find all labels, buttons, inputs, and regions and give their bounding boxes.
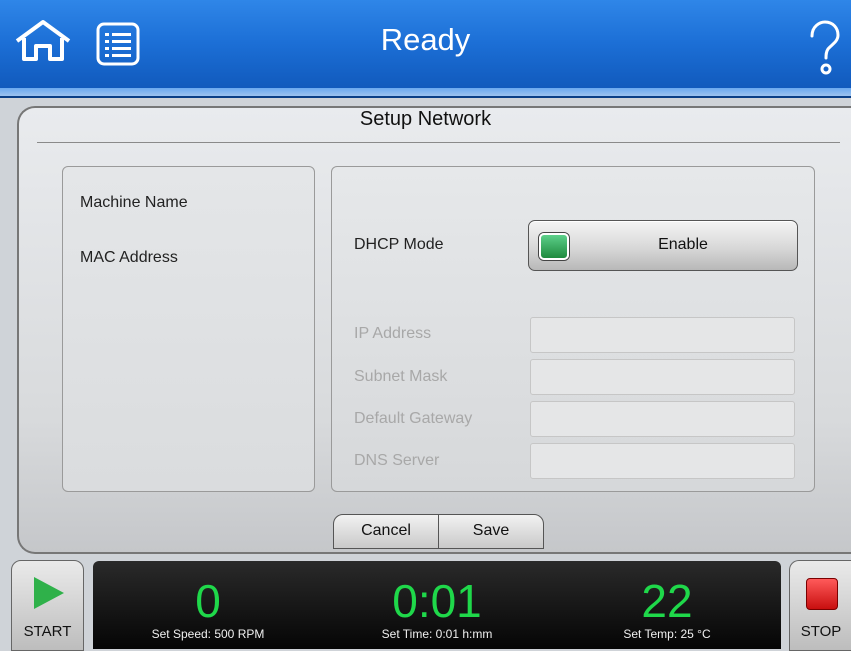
dhcp-mode-label: DHCP Mode xyxy=(354,236,444,253)
set-time-text: Set Time: 0:01 h:mm xyxy=(381,627,493,641)
subnet-mask-field[interactable] xyxy=(530,359,795,395)
dns-server-field[interactable] xyxy=(530,443,795,479)
speed-readout: 0 xyxy=(195,575,221,627)
dhcp-button-label: Enable xyxy=(658,236,708,253)
panel-title: Setup Network xyxy=(359,108,492,130)
subnet-mask-label: Subnet Mask xyxy=(354,368,448,385)
dhcp-enable-button[interactable]: Enable xyxy=(528,220,798,271)
led-indicator-icon xyxy=(539,233,569,260)
stop-button[interactable]: STOP xyxy=(789,560,851,651)
machine-name-label: Machine Name xyxy=(80,194,188,211)
dns-server-label: DNS Server xyxy=(354,452,440,469)
ip-address-field[interactable] xyxy=(530,317,795,353)
ip-address-label: IP Address xyxy=(354,325,432,342)
stop-icon xyxy=(806,578,838,610)
save-button[interactable]: Save xyxy=(438,514,544,549)
set-temp-text: Set Temp: 25 °C xyxy=(623,627,711,641)
help-button[interactable] xyxy=(806,20,842,76)
machine-info-box xyxy=(62,166,315,492)
set-speed-text: Set Speed: 500 RPM xyxy=(151,627,265,641)
cancel-button[interactable]: Cancel xyxy=(333,514,439,549)
top-bar: Ready xyxy=(0,0,851,98)
mac-address-label: MAC Address xyxy=(80,249,178,266)
time-readout: 0:01 xyxy=(392,575,482,627)
default-gateway-label: Default Gateway xyxy=(354,410,473,427)
default-gateway-field[interactable] xyxy=(530,401,795,437)
play-icon xyxy=(34,577,64,609)
status-title: Ready xyxy=(380,22,471,57)
start-button[interactable]: START xyxy=(11,560,84,651)
start-label: START xyxy=(23,623,72,640)
stop-label: STOP xyxy=(800,623,842,640)
title-divider xyxy=(37,142,840,143)
temp-readout: 22 xyxy=(641,575,693,627)
help-icon xyxy=(810,20,840,75)
